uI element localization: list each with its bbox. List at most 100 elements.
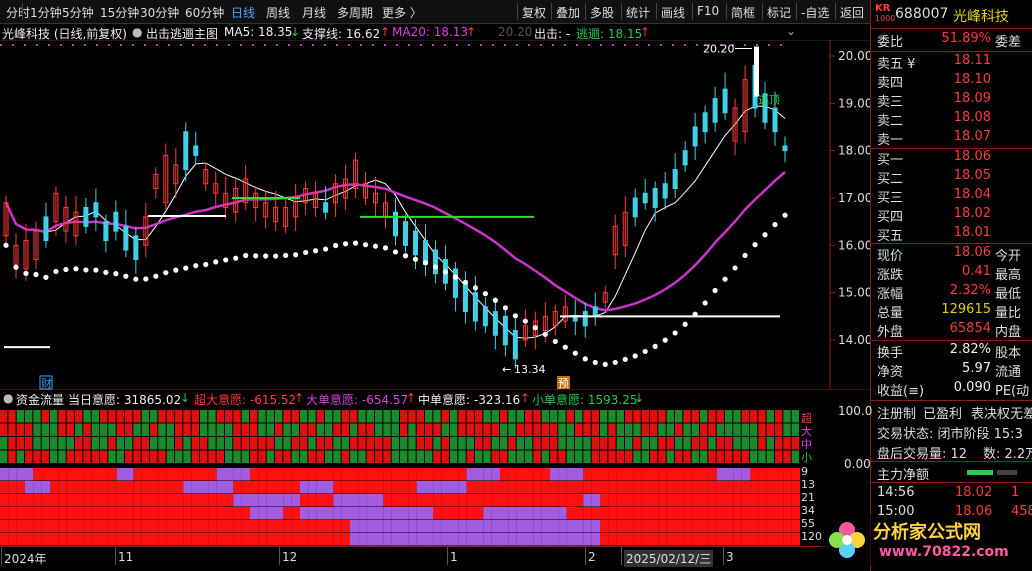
cycle-cell	[500, 507, 509, 520]
cycle-cell	[733, 507, 742, 520]
period-tab[interactable]: 5分钟	[62, 4, 94, 21]
tool-button[interactable]: -自选	[801, 4, 829, 21]
cycle-cell	[708, 468, 717, 481]
tool-button[interactable]: 叠加	[556, 4, 580, 21]
period-tab[interactable]: 1分钟	[30, 4, 62, 21]
cycle-cell	[541, 533, 550, 546]
period-tab[interactable]: 周线	[266, 4, 290, 21]
candle-body	[712, 98, 718, 123]
tool-button[interactable]: 统计	[626, 4, 650, 21]
row-label: 总量	[877, 306, 904, 321]
period-tab[interactable]: 30分钟	[140, 4, 179, 21]
flow-cell	[233, 410, 241, 423]
support-dot	[402, 253, 409, 259]
cycle-cell	[641, 468, 650, 481]
cycle-cell	[141, 520, 150, 533]
period-tab[interactable]: 月线	[302, 4, 326, 21]
cycle-cell	[358, 494, 367, 507]
period-tab[interactable]: 60分钟	[185, 4, 224, 21]
flow-cell	[500, 423, 508, 436]
candle	[143, 202, 149, 258]
cycle-cell	[408, 494, 417, 507]
cycle-cell	[108, 468, 117, 481]
watermark-url: www.70822.com	[879, 544, 1009, 560]
cycle-cell	[791, 520, 800, 533]
cycle-cell	[766, 468, 775, 481]
cycle-cell	[8, 507, 17, 520]
forecast-badge-text: 预	[558, 377, 569, 390]
cycle-cell	[633, 520, 642, 533]
period-tab[interactable]: 分时	[6, 4, 30, 21]
flow-cell	[241, 450, 249, 463]
candle	[343, 164, 349, 210]
cycle-cell	[608, 494, 617, 507]
candle-body	[722, 88, 728, 114]
cycle-cell	[125, 507, 134, 520]
y-axis-label: 16.00	[838, 238, 870, 252]
cycle-cell	[725, 468, 734, 481]
settings-icon[interactable]: ●	[132, 25, 142, 39]
after-amount: 数: 2.2万	[983, 447, 1032, 462]
cycle-cell	[341, 533, 350, 546]
row-right-label: 最高	[995, 268, 1022, 283]
cycle-cell	[408, 481, 417, 494]
period-tab[interactable]: 更多 〉	[382, 4, 422, 21]
cycle-cell	[350, 494, 359, 507]
cycle-cell	[208, 494, 217, 507]
cycle-cell	[16, 494, 25, 507]
tool-button[interactable]: 复权	[522, 4, 546, 21]
tool-button[interactable]: 简框	[731, 4, 755, 21]
candle-body	[103, 221, 109, 242]
candle	[153, 167, 159, 198]
tool-button[interactable]: 标记	[767, 4, 791, 21]
cycle-cell	[716, 507, 725, 520]
support-dot	[442, 269, 449, 275]
cycle-cell	[483, 520, 492, 533]
cycle-cell	[58, 494, 67, 507]
cycle-cell	[425, 533, 434, 546]
cycle-cell	[683, 520, 692, 533]
cycle-cell	[166, 494, 175, 507]
cycle-cell	[625, 507, 634, 520]
flow-cell	[708, 423, 716, 436]
cycle-cell	[716, 533, 725, 546]
cycle-cell	[666, 494, 675, 507]
tool-button[interactable]: 多股	[590, 4, 614, 21]
cycle-cell	[566, 468, 575, 481]
flow-cell	[216, 410, 224, 423]
flow-cell	[608, 437, 616, 450]
cycle-cell	[508, 468, 517, 481]
period-tab[interactable]: 多周期	[337, 4, 373, 21]
cycle-cell	[0, 494, 9, 507]
cycle-cell	[258, 494, 267, 507]
candlestick-chart[interactable]: 20.00 19.00 18.00 17.00 16.00 15.00 14.00 20.2…	[0, 40, 870, 390]
cycle-cell	[66, 520, 75, 533]
tool-button[interactable]: 返回	[840, 4, 864, 21]
cycle-cell	[83, 520, 92, 533]
settings-icon[interactable]: ●	[3, 391, 13, 405]
flow-cell	[50, 410, 58, 423]
row-value: 18.05	[953, 168, 991, 183]
period-tab[interactable]: 日线	[231, 4, 255, 21]
reg-label: 注册制	[877, 407, 917, 422]
candle-body	[672, 169, 678, 190]
candle	[682, 141, 688, 172]
cycle-cell	[341, 468, 350, 481]
fund-flow-matrix[interactable]	[0, 410, 800, 546]
cycle-cell	[516, 494, 525, 507]
tool-button[interactable]: F10	[697, 4, 719, 18]
cycle-cell	[775, 533, 784, 546]
flow-cell	[75, 423, 83, 436]
period-tab[interactable]: 15分钟	[100, 4, 139, 21]
cycle-cell	[316, 468, 325, 481]
cycle-cell	[683, 468, 692, 481]
support-dot	[772, 222, 778, 228]
date-tick	[585, 547, 586, 565]
cycle-cell	[433, 494, 442, 507]
fund-flow-title[interactable]: 资金流量	[16, 391, 64, 408]
cycle-cell	[150, 481, 159, 494]
flow-cell	[583, 423, 591, 436]
flow-cell	[733, 423, 741, 436]
collapse-icon[interactable]: ⌄	[786, 24, 796, 38]
tool-button[interactable]: 画线	[661, 4, 685, 21]
